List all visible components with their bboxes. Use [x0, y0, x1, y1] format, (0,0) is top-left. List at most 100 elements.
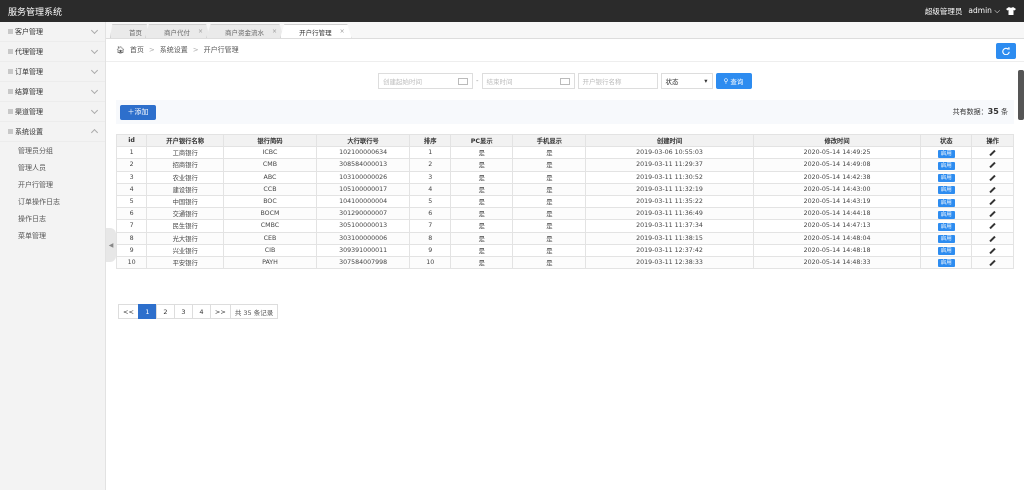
table-cell: 2019-03-11 11:35:22 — [585, 194, 754, 209]
edit-icon[interactable] — [989, 211, 996, 218]
close-icon[interactable]: × — [272, 28, 277, 35]
sidebar-item-agent[interactable]: 代理管理 — [0, 42, 105, 62]
table-cell: 2020-05-14 14:43:19 — [752, 194, 922, 209]
table-cell: 2020-05-14 14:43:00 — [752, 182, 922, 196]
action-cell — [971, 182, 1014, 196]
start-date-input[interactable]: 创建起始时间 — [378, 73, 473, 89]
table-cell: 9 — [115, 243, 148, 257]
sidebar-subitem-admin-group[interactable]: 管理员分组 — [0, 142, 105, 159]
status-select[interactable]: 状态 ▾ — [660, 73, 713, 89]
end-date-input[interactable]: 结束时间 — [481, 73, 575, 89]
sidebar-collapse-handle[interactable]: ◀ — [106, 228, 116, 262]
edit-icon[interactable] — [989, 174, 996, 181]
user-menu[interactable]: admin ⌵ — [968, 6, 1000, 16]
table-cell: 是 — [512, 170, 587, 184]
scrollbar-thumb[interactable] — [1018, 70, 1024, 120]
total-count: 共有数据：35 条 — [953, 107, 1008, 117]
sidebar-subitem-menu[interactable]: 菜单管理 — [0, 227, 105, 244]
table-cell: BOCM — [223, 207, 317, 221]
column-header: 创建时间 — [585, 133, 754, 148]
edit-icon[interactable] — [989, 259, 996, 267]
table-cell: 6 — [115, 207, 148, 221]
bank-name-input[interactable]: 开户银行名称 — [577, 73, 658, 89]
table-cell: 是 — [449, 146, 514, 160]
edit-icon[interactable] — [989, 162, 996, 169]
status-badge[interactable]: 启用 — [937, 222, 955, 231]
close-icon[interactable]: × — [340, 28, 345, 35]
table-cell: 是 — [512, 219, 587, 233]
status-cell: 启用 — [920, 170, 973, 184]
action-cell — [971, 219, 1014, 233]
table-cell: 2019-03-11 11:30:52 — [585, 170, 754, 184]
edit-icon[interactable] — [989, 223, 996, 230]
edit-icon[interactable] — [989, 247, 996, 254]
sidebar-subitem-admin-users[interactable]: 管理人员 — [0, 159, 105, 176]
table-cell: 308584000013 — [315, 158, 411, 172]
edit-icon[interactable] — [989, 150, 996, 157]
chevron-down-icon — [90, 106, 99, 114]
add-button[interactable]: ＋添加 — [120, 104, 156, 120]
table-row: 10 平安银行 PAYH 307584007998 10 是是 2019-03-11 12:… — [115, 255, 1014, 270]
table-cell: CCB — [223, 182, 317, 196]
calendar-icon — [559, 77, 570, 85]
refresh-button[interactable] — [996, 43, 1016, 59]
table-cell: 中国银行 — [146, 194, 225, 209]
breadcrumb-separator: > — [148, 46, 155, 54]
table-cell: 2019-03-11 11:36:49 — [585, 207, 754, 221]
edit-icon[interactable] — [989, 198, 996, 206]
next-page-button[interactable]: >> — [209, 304, 231, 319]
sidebar-subitem-order-log[interactable]: 订单操作日志 — [0, 193, 105, 210]
record-count: 共 35 条记录 — [229, 304, 279, 319]
total-prefix: 共有数据： — [952, 108, 988, 116]
breadcrumb-home[interactable]: 首页 — [130, 45, 144, 55]
breadcrumb-separator: > — [192, 46, 199, 54]
breadcrumb-level1[interactable]: 系统设置 — [160, 45, 188, 55]
table-cell: 是 — [449, 231, 514, 245]
table-cell: 3 — [409, 170, 451, 184]
tab-merchant-flow[interactable]: 商户资金流水 × — [206, 24, 285, 38]
table-row: 8 光大银行 CEB 303100000006 8 是是 2019-03-11 11:38:… — [115, 231, 1014, 245]
app-title: 服务管理系统 — [8, 7, 63, 18]
page-4-button[interactable]: 4 — [191, 304, 211, 319]
edit-icon[interactable] — [989, 235, 996, 242]
prev-page-button[interactable]: << — [118, 304, 139, 319]
table-cell: 是 — [512, 146, 587, 160]
status-badge[interactable]: 启用 — [937, 247, 955, 256]
table-row: 3 农业银行 ABC 103100000026 3 是是 2019-03-11 11:30:… — [115, 170, 1014, 184]
query-button[interactable]: ⚲ 查询 — [715, 73, 752, 89]
sidebar-item-customer[interactable]: 客户管理 — [0, 22, 105, 42]
status-badge[interactable]: 启用 — [937, 186, 955, 195]
close-icon[interactable]: × — [198, 28, 203, 35]
status-badge[interactable]: 启用 — [937, 161, 955, 170]
tab-home[interactable]: 首页 — [110, 24, 149, 38]
status-cell: 启用 — [920, 231, 973, 245]
tab-bank-management[interactable]: 开户行管理 × — [280, 24, 352, 38]
sidebar-subitem-bank[interactable]: 开户行管理 — [0, 176, 105, 193]
sidebar-subitem-op-log[interactable]: 操作日志 — [0, 210, 105, 227]
table-cell: 5 — [409, 194, 451, 209]
sidebar-item-orders[interactable]: 订单管理 — [0, 62, 105, 82]
status-badge[interactable]: 启用 — [937, 198, 955, 207]
sidebar-item-settlement[interactable]: 结算管理 — [0, 82, 105, 102]
status-badge[interactable]: 启用 — [937, 149, 955, 158]
column-header: 操作 — [971, 133, 1014, 148]
status-badge[interactable]: 启用 — [937, 235, 955, 244]
page-3-button[interactable]: 3 — [173, 304, 193, 319]
column-header: 手机显示 — [512, 133, 587, 148]
status-badge[interactable]: 启用 — [937, 259, 955, 268]
page-2-button[interactable]: 2 — [155, 304, 175, 319]
table-cell: 是 — [449, 158, 514, 172]
sidebar-item-system[interactable]: 系统设置 — [0, 122, 105, 142]
theme-icon[interactable] — [1006, 7, 1016, 15]
table-cell: 建设银行 — [146, 182, 225, 196]
table-cell: 6 — [409, 207, 451, 221]
status-badge[interactable]: 启用 — [937, 210, 955, 219]
status-badge[interactable]: 启用 — [937, 174, 955, 183]
table-cell: 招商银行 — [146, 158, 225, 172]
tab-merchant-payout[interactable]: 商户代付 × — [145, 24, 211, 38]
page-1-button[interactable]: 1 — [137, 304, 157, 319]
table-cell: 10 — [115, 255, 148, 270]
sidebar-item-channel[interactable]: 渠道管理 — [0, 102, 105, 122]
range-dash: - — [476, 77, 479, 85]
edit-icon[interactable] — [989, 186, 996, 194]
